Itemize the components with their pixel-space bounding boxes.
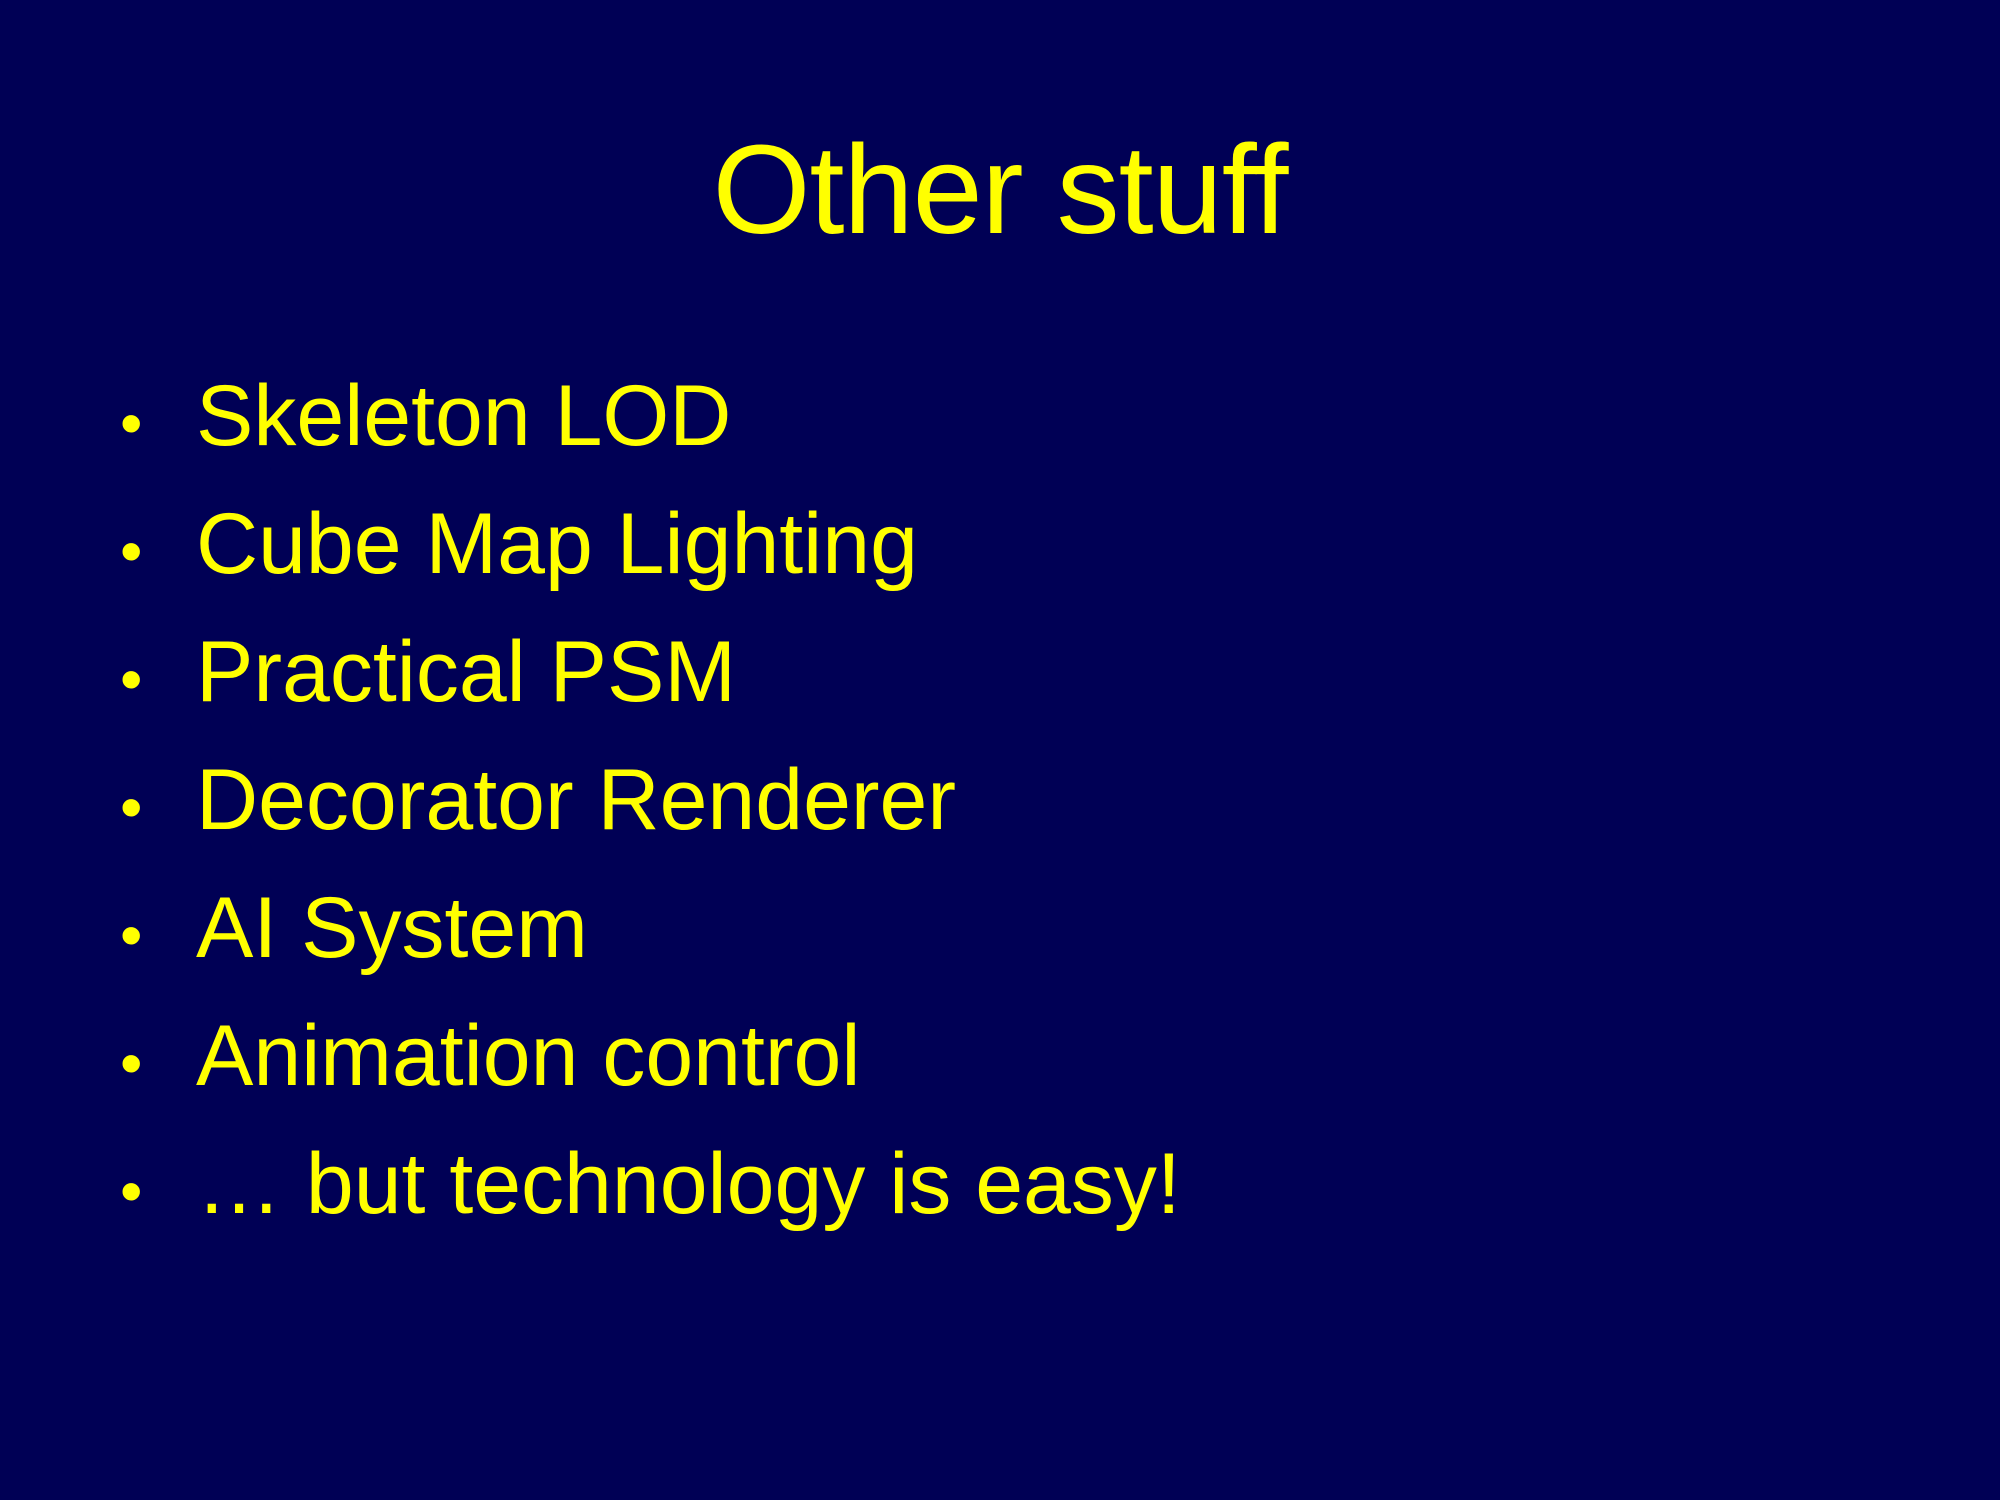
bullet-item: • Decorator Renderer — [120, 736, 1181, 864]
bullet-text: Skeleton LOD — [196, 368, 732, 464]
bullet-icon: • — [120, 899, 143, 971]
bullet-item: • AI System — [120, 864, 1181, 992]
bullet-text: Practical PSM — [196, 624, 737, 720]
slide-title: Other stuff — [712, 119, 1289, 260]
bullet-icon: • — [120, 515, 143, 587]
bullet-icon: • — [120, 387, 143, 459]
bullet-icon: • — [120, 1155, 143, 1227]
bullet-list: • Skeleton LOD • Cube Map Lighting • Pra… — [120, 352, 1181, 1248]
bullet-item: • Practical PSM — [120, 608, 1181, 736]
bullet-text: Decorator Renderer — [196, 752, 957, 848]
bullet-text: AI System — [196, 880, 588, 976]
bullet-icon: • — [120, 643, 143, 715]
bullet-item: • Cube Map Lighting — [120, 480, 1181, 608]
bullet-text: … but technology is easy! — [196, 1136, 1181, 1232]
slide: Other stuff • Skeleton LOD • Cube Map Li… — [0, 0, 2000, 1500]
bullet-item: • Animation control — [120, 992, 1181, 1120]
bullet-item: • Skeleton LOD — [120, 352, 1181, 480]
bullet-icon: • — [120, 1027, 143, 1099]
bullet-icon: • — [120, 771, 143, 843]
bullet-text: Animation control — [196, 1008, 861, 1104]
bullet-item: • … but technology is easy! — [120, 1120, 1181, 1248]
bullet-text: Cube Map Lighting — [196, 496, 918, 592]
